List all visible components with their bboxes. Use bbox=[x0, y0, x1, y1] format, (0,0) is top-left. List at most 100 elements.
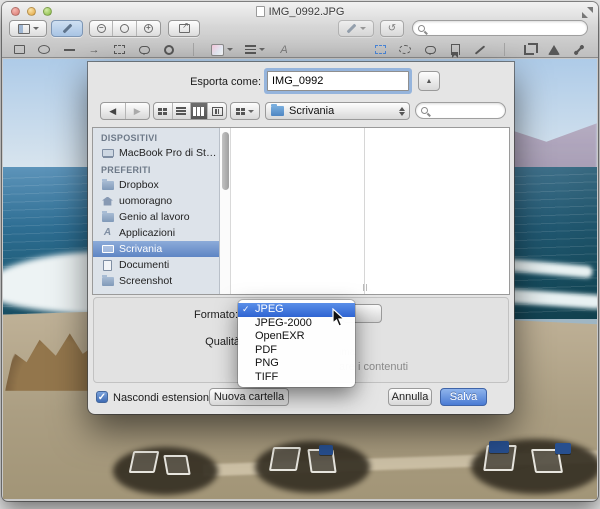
chevron-down-icon bbox=[248, 109, 254, 116]
crop-button[interactable] bbox=[522, 42, 538, 56]
column-view-icon bbox=[193, 106, 205, 116]
preview-window: IMG_0992.JPG − + ↗ ↺ → A Esporta come: I… bbox=[2, 2, 598, 501]
text-tool-button[interactable]: A bbox=[277, 43, 291, 56]
export-as-label: Esporta come: bbox=[190, 76, 261, 88]
zoom-actual-button[interactable] bbox=[113, 21, 137, 36]
adjust-button[interactable] bbox=[572, 43, 586, 56]
bookmark-icon bbox=[450, 44, 460, 58]
menu-item-pdf[interactable]: PDF bbox=[238, 344, 355, 358]
wand-icon bbox=[474, 44, 486, 55]
sidebar-item-documents[interactable]: Documenti bbox=[93, 257, 219, 273]
menu-item-openexr[interactable]: OpenEXR bbox=[238, 330, 355, 344]
rotate-icon: ↺ bbox=[387, 23, 397, 34]
sidebar: DISPOSITIVI MacBook Pro di St… PREFERITI… bbox=[93, 128, 220, 294]
menu-item-tiff[interactable]: TIFF bbox=[238, 371, 355, 385]
line-icon bbox=[63, 48, 75, 51]
toolbar-search-field[interactable] bbox=[412, 20, 588, 36]
text-tool-icon: A bbox=[280, 43, 288, 56]
fullscreen-grip-icon[interactable] bbox=[582, 7, 593, 18]
zoom-in-icon: + bbox=[143, 24, 153, 33]
edit-toolbar-button[interactable] bbox=[51, 20, 83, 37]
window-title: IMG_0992.JPG bbox=[268, 6, 345, 18]
color-well-button[interactable] bbox=[211, 43, 233, 56]
folder-icon bbox=[101, 274, 114, 287]
list-view-button[interactable] bbox=[173, 103, 191, 119]
sidebar-scrollbar[interactable] bbox=[220, 128, 231, 294]
laptop-icon bbox=[101, 148, 114, 159]
sidebar-item-macbook[interactable]: MacBook Pro di St… bbox=[93, 145, 219, 161]
forward-button[interactable]: ▶ bbox=[126, 103, 150, 119]
checkmark-icon: ✓ bbox=[97, 392, 107, 403]
chevron-down-icon bbox=[227, 48, 233, 54]
callout-tool-button[interactable] bbox=[137, 43, 151, 56]
sidebar-view-button[interactable] bbox=[9, 20, 47, 37]
menu-item-png[interactable]: PNG bbox=[238, 357, 355, 371]
ellipse-tool-button[interactable] bbox=[37, 43, 51, 56]
zoom-out-button[interactable]: − bbox=[90, 21, 114, 36]
sidebar-item-home[interactable]: uomoragno bbox=[93, 193, 219, 209]
photo-cushion bbox=[489, 441, 509, 453]
folder-icon bbox=[271, 104, 284, 116]
rotate-button[interactable]: ↺ bbox=[380, 20, 404, 37]
photo-cushion bbox=[555, 443, 571, 454]
sidebar-item-applications[interactable]: A Applicazioni bbox=[93, 225, 219, 241]
chevron-down-icon bbox=[32, 27, 39, 33]
ellipse-icon bbox=[38, 45, 50, 54]
list-view-icon bbox=[176, 107, 187, 115]
annotation-toolbar: → A bbox=[2, 41, 598, 58]
mask-tool-button[interactable] bbox=[162, 43, 176, 56]
icon-view-button[interactable] bbox=[154, 103, 173, 119]
column-view-button[interactable] bbox=[190, 103, 209, 119]
forward-icon: ▶ bbox=[133, 105, 141, 116]
lasso-select-button[interactable] bbox=[423, 43, 437, 56]
toolbar-divider bbox=[193, 43, 194, 56]
document-icon bbox=[255, 6, 265, 17]
filename-field[interactable] bbox=[267, 71, 409, 91]
column-divider bbox=[364, 128, 365, 294]
dashed-ellipse-icon bbox=[399, 45, 411, 54]
new-folder-button[interactable]: Nuova cartella bbox=[209, 388, 289, 406]
line-tool-button[interactable] bbox=[62, 43, 76, 56]
smart-lasso-button[interactable] bbox=[448, 43, 462, 58]
scrollbar-thumb[interactable] bbox=[222, 132, 229, 190]
file-browser-toolbar: ◀ ▶ Scrivania bbox=[88, 100, 514, 127]
sidebar-item-desktop[interactable]: Scrivania bbox=[93, 241, 219, 257]
search-icon bbox=[421, 107, 428, 114]
format-label: Formato: bbox=[193, 309, 238, 321]
share-icon bbox=[179, 24, 191, 33]
home-icon bbox=[101, 196, 114, 207]
column-resize-handle[interactable] bbox=[359, 282, 370, 292]
marker-icon bbox=[346, 23, 357, 34]
collapse-dialog-button[interactable]: ▲ bbox=[418, 71, 440, 91]
instant-alpha-button[interactable] bbox=[547, 43, 561, 56]
arrow-tool-button[interactable]: → bbox=[87, 43, 101, 56]
window-chrome: IMG_0992.JPG − + ↗ ↺ → A bbox=[2, 2, 598, 58]
rect-select-button[interactable] bbox=[373, 43, 387, 56]
location-popup[interactable]: Scrivania bbox=[265, 102, 410, 120]
resize-tool-button[interactable] bbox=[112, 43, 126, 56]
share-button[interactable]: ↗ bbox=[168, 20, 200, 37]
up-arrow-icon: ▲ bbox=[425, 77, 433, 85]
zoom-segmented-control: − + bbox=[89, 20, 161, 37]
column-view-area[interactable] bbox=[231, 128, 509, 294]
alpha-triangle-icon bbox=[548, 44, 560, 55]
mouse-cursor bbox=[332, 307, 346, 332]
cancel-button[interactable]: Annulla bbox=[388, 388, 432, 406]
hide-extension-checkbox[interactable]: ✓ bbox=[96, 391, 108, 403]
back-button[interactable]: ◀ bbox=[101, 103, 126, 119]
sidebar-item-screenshot[interactable]: Screenshot bbox=[93, 273, 219, 289]
instant-alpha-wand-button[interactable] bbox=[473, 43, 487, 56]
markup-pen-button[interactable] bbox=[338, 20, 374, 37]
rectangle-tool-button[interactable] bbox=[12, 43, 26, 56]
sidebar-item-dropbox[interactable]: Dropbox bbox=[93, 177, 219, 193]
quality-label: Qualità bbox=[205, 336, 240, 348]
line-style-button[interactable] bbox=[244, 43, 266, 56]
color-swatch-icon bbox=[211, 43, 224, 56]
save-button[interactable]: Salva bbox=[440, 388, 487, 406]
sidebar-item-genio[interactable]: Genio al lavoro bbox=[93, 209, 219, 225]
ellipse-select-button[interactable] bbox=[398, 43, 412, 56]
zoom-in-button[interactable]: + bbox=[137, 21, 160, 36]
coverflow-view-button[interactable] bbox=[208, 103, 226, 119]
browser-search-field[interactable] bbox=[415, 102, 506, 119]
arrange-menu-button[interactable] bbox=[230, 102, 260, 120]
